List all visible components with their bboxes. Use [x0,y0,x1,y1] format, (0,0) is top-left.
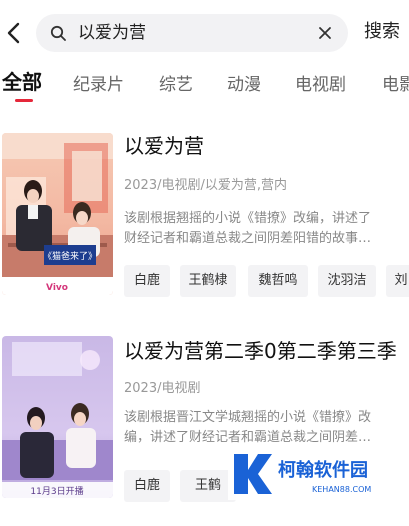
tab-movie[interactable]: 电影 [382,74,409,96]
result-description: 该剧根据翘摇的小说《错撩》改编，讲述了 财经记者和霸道总裁之间阴差阳错的故事… [124,209,396,249]
active-tab-indicator [15,99,33,102]
poster-title-text: 《猫爸来了》 [43,250,97,262]
description-line: 该剧根据翘摇的小说《错撩》改编，讲述了 [124,211,372,226]
cast-chip[interactable]: 白鹿 [124,265,170,297]
description-line: 财经记者和霸道总裁之间阴差阳错的故事… [124,231,372,246]
category-tabs: 全部 纪录片 综艺 动漫 电视剧 电影 [0,66,409,112]
poster-image[interactable]: 11月3日开播 [2,336,113,498]
search-button[interactable]: 搜索 [364,20,400,44]
watermark: 柯翰软件园 KEHAN88.COM [228,448,409,500]
tab-tv-series[interactable]: 电视剧 [295,74,346,96]
result-title[interactable]: 以爱为营第二季0第二季第三季 [124,338,397,364]
top-bar: 以爱为营 搜索 [0,0,409,64]
tab-all[interactable]: 全部 [2,71,42,93]
cast-chip[interactable]: 魏哲鸣 [248,265,308,297]
back-icon[interactable] [2,20,28,46]
tab-documentary[interactable]: 纪录片 [73,74,124,96]
cast-chip[interactable]: 王鹤棣 [180,265,236,297]
tab-anime[interactable]: 动漫 [227,74,261,96]
result-description: 该剧根据晋江文学城翘摇的小说《错撩》改 编，讲述了财经记者和霸道总裁之间阴差… [124,408,396,448]
tab-variety[interactable]: 综艺 [159,74,193,96]
result-meta: 2023/电视剧 [124,381,201,396]
cast-chip[interactable]: 白鹿 [124,470,170,502]
search-query-text: 以爱为营 [78,23,146,43]
search-icon [50,25,66,41]
watermark-brand: 柯翰软件园 [278,459,368,481]
clear-search-icon[interactable] [316,24,334,42]
search-input[interactable]: 以爱为营 [36,14,348,52]
poster-image[interactable]: 《猫爸来了》 Vivo [2,133,113,295]
watermark-domain: KEHAN88.COM [312,485,371,494]
result-card[interactable]: 《猫爸来了》 Vivo 以爱为营 2023/电视剧/以爱为营,营内 该剧根据翘摇… [0,133,409,323]
result-title[interactable]: 以爱为营 [124,133,204,159]
result-meta: 2023/电视剧/以爱为营,营内 [124,178,287,193]
cast-chip[interactable]: 刘 [386,265,409,297]
description-line: 该剧根据晋江文学城翘摇的小说《错撩》改 [124,410,372,425]
cast-chip[interactable]: 沈羽洁 [318,265,376,297]
poster-brand-text: Vivo [46,283,68,293]
poster-date-text: 11月3日开播 [30,485,83,497]
description-line: 编，讲述了财经记者和霸道总裁之间阴差… [124,430,372,445]
